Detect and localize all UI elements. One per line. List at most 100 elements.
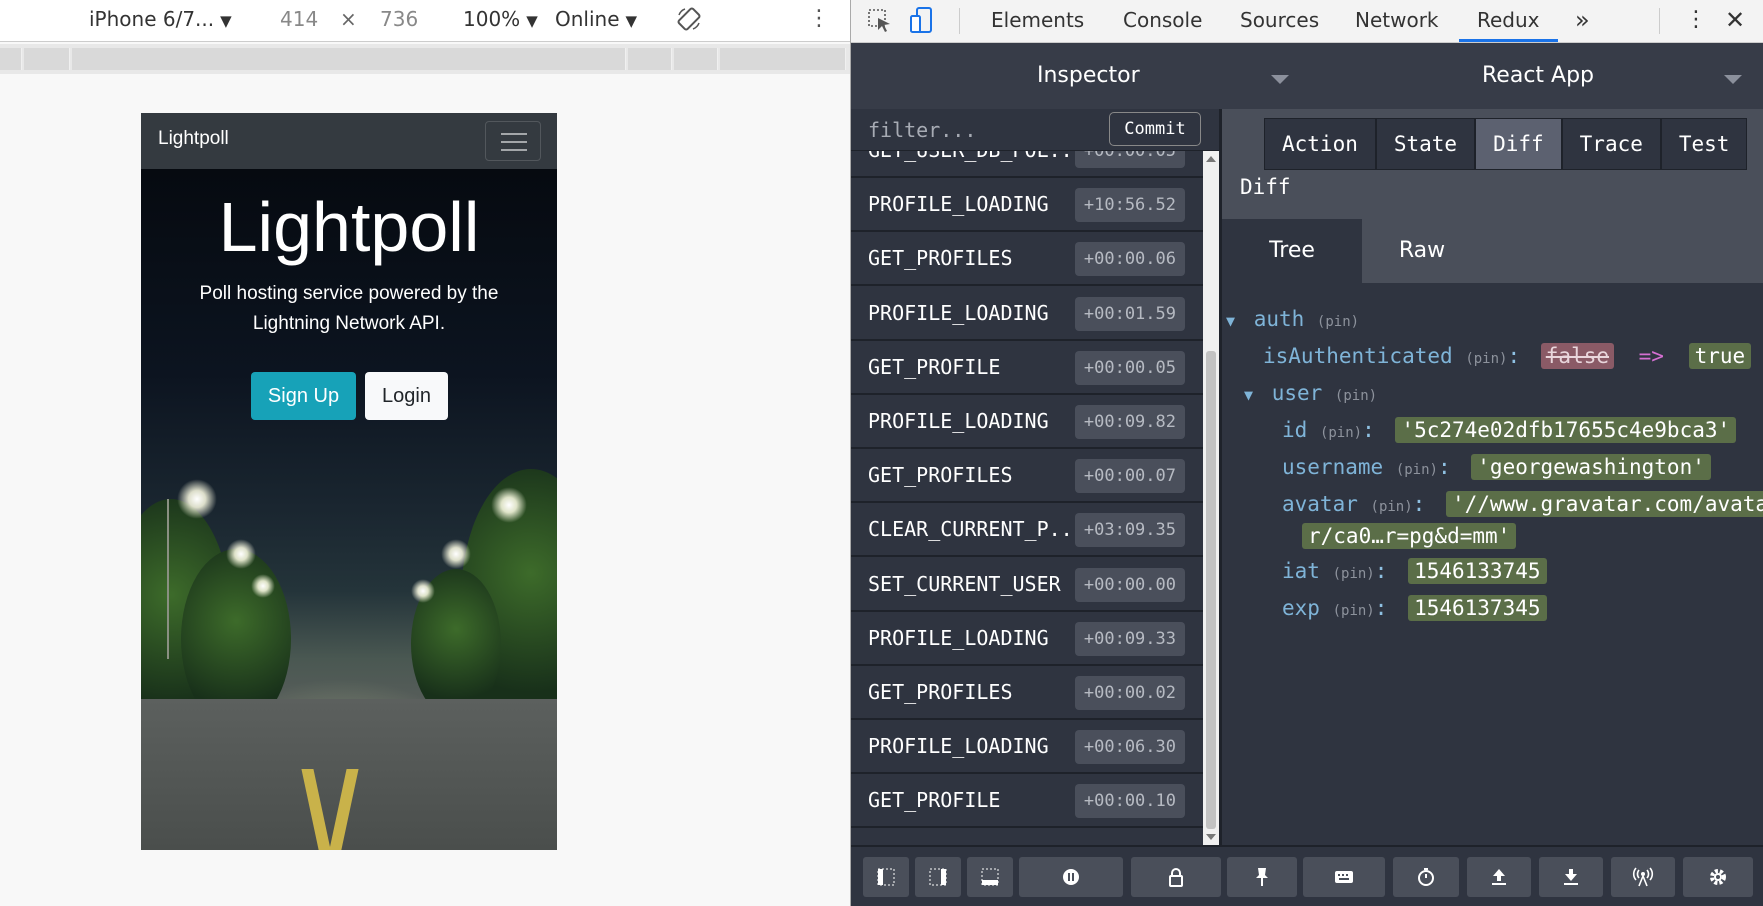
shortcuts-button[interactable]	[1303, 857, 1385, 897]
pin-link[interactable]: (pin)	[1371, 499, 1413, 515]
pin-link[interactable]: (pin)	[1335, 388, 1377, 404]
tab-sources[interactable]: Sources	[1240, 0, 1319, 42]
more-tabs-icon[interactable]: »	[1575, 0, 1590, 42]
navbar-brand[interactable]: Lightpoll	[158, 128, 229, 150]
signup-button[interactable]: Sign Up	[251, 372, 356, 420]
action-list-item[interactable]: GET_PROFILE +00:00.05	[851, 341, 1203, 395]
action-timestamp: +00:00.10	[1074, 784, 1185, 819]
pause-recording-button[interactable]	[1019, 857, 1123, 897]
menu-toggle-button[interactable]	[485, 121, 541, 161]
settings-button[interactable]	[1683, 857, 1753, 897]
scroll-down-icon[interactable]	[1206, 834, 1216, 840]
timer-button[interactable]	[1393, 857, 1459, 897]
tab-console[interactable]: Console	[1123, 0, 1202, 42]
tab-action[interactable]: Action	[1264, 118, 1376, 170]
ruler-segment[interactable]	[72, 48, 626, 70]
action-list-item[interactable]: PROFILE_LOADING +00:09.82	[851, 395, 1203, 449]
width-input[interactable]: 414	[280, 0, 318, 38]
rotate-icon	[677, 7, 701, 31]
tree-node-id: id (pin): '5c274e02dfb17655c4e9bca3'	[1282, 417, 1737, 443]
devtools-menu-icon[interactable]: ⋮	[1685, 0, 1707, 42]
diff-arrow: =>	[1638, 344, 1664, 368]
device-name: iPhone 6/7...	[89, 7, 215, 31]
device-select[interactable]: iPhone 6/7... ▼	[89, 0, 232, 38]
tree-node-avatar-cont: r/ca0…r=pg&d=mm'	[1302, 523, 1517, 549]
chevron-down-icon[interactable]	[1271, 75, 1289, 84]
action-list-item[interactable]: PROFILE_LOADING +00:01.59	[851, 287, 1203, 341]
ruler-segment[interactable]	[0, 48, 22, 70]
ruler-segment[interactable]	[24, 48, 70, 70]
remote-button[interactable]	[1611, 857, 1675, 897]
chevron-down-icon: ▼	[625, 12, 638, 30]
tab-trace[interactable]: Trace	[1561, 118, 1661, 170]
tree-node-username: username (pin): 'georgewashington'	[1282, 454, 1711, 480]
view-tabs: Tree Raw	[1222, 219, 1763, 283]
tab-test[interactable]: Test	[1660, 118, 1748, 170]
chevron-down-icon[interactable]	[1724, 75, 1742, 84]
action-list-item[interactable]: PROFILE_LOADING +10:56.52	[851, 178, 1203, 233]
throttle-select[interactable]: Online ▼	[555, 0, 637, 38]
tab-state[interactable]: State	[1375, 118, 1476, 170]
pin-link[interactable]: (pin)	[1333, 566, 1375, 582]
toggle-bottom-monitor-button[interactable]	[967, 857, 1013, 897]
expand-toggle-icon[interactable]: ▼	[1244, 386, 1253, 404]
action-name: PROFILE_LOADING	[868, 625, 1049, 650]
ruler-segment[interactable]	[674, 48, 718, 70]
new-value: true	[1688, 343, 1752, 369]
inspect-element-icon[interactable]	[865, 6, 895, 36]
toggle-left-monitor-button[interactable]	[863, 857, 909, 897]
action-list-item[interactable]: SET_CURRENT_USER +00:00.00	[851, 558, 1203, 612]
upload-icon	[1492, 869, 1506, 885]
action-list-item[interactable]: GET_PROFILES +00:00.06	[851, 232, 1203, 287]
action-list-item[interactable]: PROFILE_LOADING +00:09.33	[851, 612, 1203, 666]
action-list-item[interactable]: GET_PROFILES +00:00.07	[851, 449, 1203, 504]
devtools-tabbar: Elements Console Sources Network Redux »…	[851, 0, 1763, 43]
login-button[interactable]: Login	[365, 372, 448, 420]
pin-link[interactable]: (pin)	[1333, 603, 1375, 619]
app-select[interactable]: React App	[1482, 63, 1594, 88]
device-toggle-icon[interactable]	[907, 6, 937, 36]
action-list-item[interactable]: CLEAR_CURRENT_P... +03:09.35	[851, 503, 1203, 558]
street-lamp	[177, 479, 217, 519]
tab-tree[interactable]: Tree	[1222, 219, 1362, 283]
street-lamp	[491, 487, 527, 523]
gear-icon	[1710, 869, 1726, 885]
ruler-segment[interactable]	[628, 48, 672, 70]
action-list-item[interactable]: GET_PROFILES +00:00.02	[851, 666, 1203, 720]
import-button[interactable]	[1539, 857, 1603, 897]
action-name: PROFILE_LOADING	[868, 192, 1049, 217]
more-options-icon[interactable]: ⋮	[808, 0, 830, 38]
pin-link[interactable]: (pin)	[1317, 314, 1359, 330]
tab-redux[interactable]: Redux	[1459, 0, 1558, 42]
export-button[interactable]	[1467, 857, 1531, 897]
height-input[interactable]: 736	[380, 0, 418, 38]
rotate-button[interactable]	[676, 6, 702, 32]
scrollbar[interactable]	[1203, 151, 1219, 845]
lock-icon	[1169, 868, 1183, 887]
pin-link[interactable]: (pin)	[1396, 462, 1438, 478]
monitor-select[interactable]: Inspector	[1037, 63, 1140, 88]
scroll-up-icon[interactable]	[1206, 156, 1216, 162]
commit-button[interactable]: Commit	[1109, 112, 1201, 146]
action-timestamp: +03:09.35	[1074, 513, 1185, 548]
scrollbar-thumb[interactable]	[1206, 351, 1216, 829]
close-icon[interactable]: ✕	[1725, 0, 1745, 42]
toggle-right-monitor-button[interactable]	[915, 857, 961, 897]
persist-button[interactable]	[1227, 857, 1297, 897]
action-list-item[interactable]: GET_USER_DB_POL...+00:00.05	[851, 151, 1203, 178]
tab-raw[interactable]: Raw	[1352, 219, 1492, 283]
expand-toggle-icon[interactable]: ▼	[1226, 312, 1235, 330]
action-list-item[interactable]: PROFILE_LOADING +00:06.30	[851, 720, 1203, 775]
tab-elements[interactable]: Elements	[991, 0, 1084, 42]
pin-link[interactable]: (pin)	[1465, 351, 1507, 367]
lock-changes-button[interactable]	[1131, 857, 1221, 897]
keyboard-icon	[1335, 871, 1353, 883]
pin-link[interactable]: (pin)	[1320, 425, 1362, 441]
filter-input[interactable]	[851, 109, 1101, 151]
ruler-segment[interactable]	[720, 48, 846, 70]
zoom-select[interactable]: 100% ▼	[463, 0, 538, 38]
inspector-pane: Action State Diff Trace Test Diff Tree R…	[1222, 109, 1763, 845]
action-list-item[interactable]: GET_PROFILE +00:00.10	[851, 774, 1203, 829]
tab-network[interactable]: Network	[1355, 0, 1439, 42]
tab-diff[interactable]: Diff	[1475, 118, 1562, 170]
